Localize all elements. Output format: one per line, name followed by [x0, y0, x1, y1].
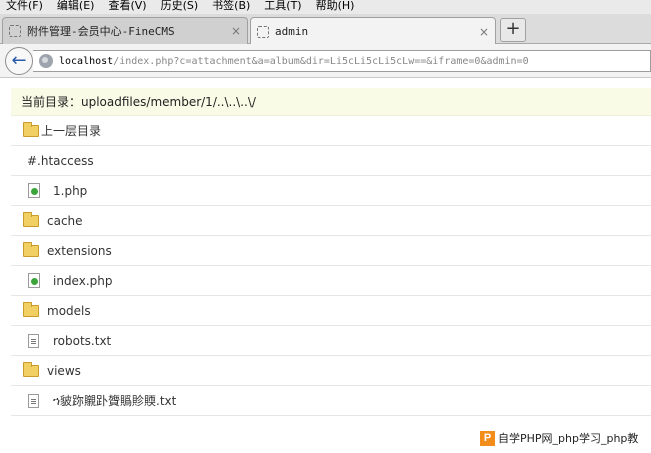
php-logo-icon: P: [480, 430, 495, 446]
text-file-icon: [28, 333, 39, 348]
back-button[interactable]: ←: [5, 47, 33, 75]
list-item[interactable]: extensions: [11, 236, 651, 266]
menu-view[interactable]: 查看(V): [102, 0, 154, 14]
url-path: /index.php?c=attachment&a=album&dir=Li5c…: [113, 55, 529, 67]
text-file-icon: [28, 393, 39, 408]
list-item[interactable]: ኀ䝛䟢䞋䟔䞄䞈䝩䞂.txt: [11, 386, 651, 416]
folder-icon: [23, 241, 39, 257]
menu-bookmarks[interactable]: 书签(B): [206, 0, 258, 14]
entry-name: models: [47, 303, 91, 318]
folder-icon: [23, 361, 39, 377]
entry-name: index.php: [53, 273, 113, 288]
watermark-text: 自学PHP网_php学习_php教: [498, 432, 639, 445]
page-content: 当前目录：uploadfiles/member/1/..\..\..\/ 上一层…: [0, 78, 651, 453]
list-item[interactable]: views: [11, 356, 651, 386]
current-directory: 当前目录：uploadfiles/member/1/..\..\..\/: [11, 88, 651, 116]
globe-icon: [39, 54, 53, 68]
folder-icon: [23, 211, 39, 227]
close-icon[interactable]: ×: [479, 25, 489, 39]
entry-name: views: [47, 363, 81, 378]
menu-help[interactable]: 帮助(H): [310, 0, 363, 14]
entry-name: #.htaccess: [27, 153, 94, 168]
file-list: 上一层目录 #.htaccess 1.php cache extensions …: [11, 116, 651, 416]
entry-name: ኀ䝛䟢䞋䟔䞄䞈䝩䞂.txt: [53, 394, 177, 408]
entry-name: extensions: [47, 243, 112, 258]
php-file-icon: [28, 273, 40, 288]
address-bar[interactable]: localhost/index.php?c=attachment&a=album…: [33, 50, 651, 72]
blank-page-icon: [9, 25, 21, 37]
list-item[interactable]: models: [11, 296, 651, 326]
new-tab-button[interactable]: +: [500, 18, 526, 42]
entry-name: 1.php: [53, 183, 88, 198]
php-file-icon: [28, 183, 40, 198]
menu-tools[interactable]: 工具(T): [258, 0, 309, 14]
tab-title: admin: [275, 25, 309, 38]
menu-file[interactable]: 文件(F): [0, 0, 51, 14]
menu-bar: 文件(F) 编辑(E) 查看(V) 历史(S) 书签(B) 工具(T) 帮助(H…: [0, 0, 651, 14]
tab-attachment-manager[interactable]: 附件管理-会员中心-FineCMS ×: [2, 17, 248, 44]
list-item[interactable]: #.htaccess: [11, 146, 651, 176]
tab-bar: 附件管理-会员中心-FineCMS × admin × +: [0, 14, 651, 45]
tab-title: 附件管理-会员中心-FineCMS: [27, 25, 175, 38]
folder-icon: [23, 301, 39, 317]
menu-history[interactable]: 历史(S): [155, 0, 207, 14]
entry-name: cache: [47, 213, 83, 228]
url-text: localhost/index.php?c=attachment&a=album…: [59, 56, 529, 67]
list-item[interactable]: robots.txt: [11, 326, 651, 356]
list-item[interactable]: 1.php: [11, 176, 651, 206]
list-item-parent-dir[interactable]: 上一层目录: [11, 116, 651, 146]
url-host: localhost: [59, 55, 114, 67]
folder-icon: [23, 121, 39, 137]
menu-edit[interactable]: 编辑(E): [51, 0, 103, 14]
close-icon[interactable]: ×: [231, 24, 241, 38]
blank-page-icon: [257, 25, 269, 38]
list-item[interactable]: index.php: [11, 266, 651, 296]
navigation-bar: ← localhost/index.php?c=attachment&a=alb…: [0, 44, 651, 78]
entry-name: 上一层目录: [41, 124, 102, 138]
tab-admin[interactable]: admin ×: [250, 17, 496, 45]
entry-name: robots.txt: [53, 333, 112, 348]
site-watermark: P 自学PHP网_php学习_php教: [480, 428, 651, 448]
back-arrow-icon: ←: [11, 50, 27, 71]
list-item[interactable]: cache: [11, 206, 651, 236]
